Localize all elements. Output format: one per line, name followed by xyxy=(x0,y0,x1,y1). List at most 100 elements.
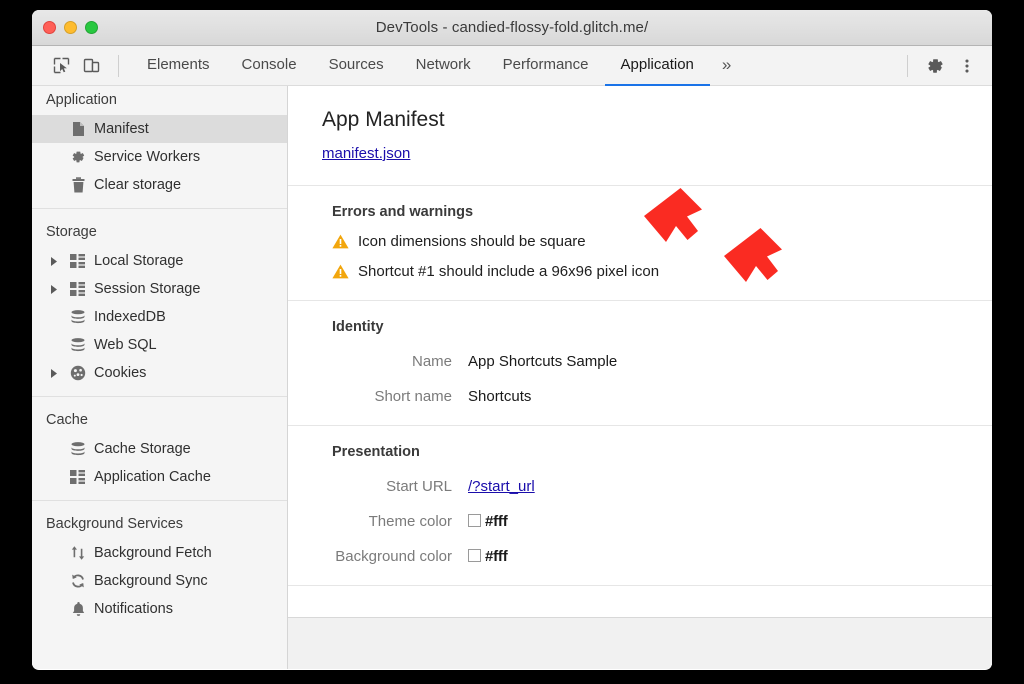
sidebar-item-service-workers[interactable]: Service Workers xyxy=(32,143,287,171)
sidebar-item-indexeddb[interactable]: IndexedDB xyxy=(32,303,287,331)
sidebar-item-label: Manifest xyxy=(90,121,149,137)
database-icon xyxy=(66,338,90,353)
sidebar-item-label: Notifications xyxy=(90,601,173,617)
sidebar-item-label: Web SQL xyxy=(90,337,157,353)
sidebar-item-cookies[interactable]: Cookies xyxy=(32,359,287,387)
tab-application[interactable]: Application xyxy=(605,46,710,86)
section-title-errors: Errors and warnings xyxy=(288,204,992,220)
sidebar-item-label: Local Storage xyxy=(90,253,183,269)
gear-icon[interactable] xyxy=(920,51,950,81)
app-manifest-content: App Manifest manifest.json Errors and wa… xyxy=(288,86,992,586)
warning-text: Icon dimensions should be square xyxy=(358,233,586,250)
sidebar-item-label: Cookies xyxy=(90,365,146,381)
section-title-identity: Identity xyxy=(288,319,992,335)
kebab-menu-icon[interactable] xyxy=(952,51,982,81)
gear-icon xyxy=(66,149,90,165)
tab-network[interactable]: Network xyxy=(400,46,487,86)
warning-row: Shortcut #1 should include a 96x96 pixel… xyxy=(288,263,992,280)
chevron-right-icon[interactable] xyxy=(50,257,66,266)
bell-icon xyxy=(66,601,90,617)
device-toolbar-icon[interactable] xyxy=(76,51,106,81)
field-value: App Shortcuts Sample xyxy=(468,353,617,370)
sidebar-item-cache-storage[interactable]: Cache Storage xyxy=(32,435,287,463)
tab-elements[interactable]: Elements xyxy=(131,46,226,86)
trash-icon xyxy=(66,177,90,193)
sidebar-item-background-fetch[interactable]: Background Fetch xyxy=(32,539,287,567)
sidebar-item-background-sync[interactable]: Background Sync xyxy=(32,567,287,595)
presentation-section: Presentation Start URL /?start_url Theme… xyxy=(288,426,992,586)
table-icon xyxy=(66,470,90,484)
sidebar-group-background-services: Background Services Background Fetch xyxy=(32,500,287,632)
sidebar-item-manifest[interactable]: Manifest xyxy=(32,115,287,143)
window-title-bar: DevTools - candied-flossy-fold.glitch.me… xyxy=(32,10,992,46)
toolbar-right-divider xyxy=(907,55,908,77)
sidebar-item-label: Background Fetch xyxy=(90,545,212,561)
field-row-name: Name App Shortcuts Sample xyxy=(288,353,992,370)
minimize-window-button[interactable] xyxy=(64,21,77,34)
devtools-tab-list: Elements Console Sources Network Perform… xyxy=(131,46,897,86)
warning-row: Icon dimensions should be square xyxy=(288,233,992,250)
sidebar-item-local-storage[interactable]: Local Storage xyxy=(32,247,287,275)
start-url-link[interactable]: /?start_url xyxy=(468,478,535,495)
sidebar-item-label: Service Workers xyxy=(90,149,200,165)
sidebar-group-cache: Cache Cache Storage xyxy=(32,396,287,500)
inspect-element-icon[interactable] xyxy=(46,51,76,81)
field-label: Theme color xyxy=(288,513,468,530)
tab-console[interactable]: Console xyxy=(226,46,313,86)
field-row-start-url: Start URL /?start_url xyxy=(288,478,992,495)
warning-triangle-icon xyxy=(332,234,350,249)
maximize-window-button[interactable] xyxy=(85,21,98,34)
devtools-content: Application Manifest xyxy=(32,86,992,669)
table-icon xyxy=(66,254,90,268)
field-label: Short name xyxy=(288,388,468,405)
errors-and-warnings-section: Errors and warnings Icon dimensions shou… xyxy=(288,186,992,301)
chevron-right-icon[interactable] xyxy=(50,285,66,294)
field-label: Start URL xyxy=(288,478,468,495)
section-title-presentation: Presentation xyxy=(288,444,992,460)
field-value: #fff xyxy=(468,513,508,530)
toolbar-divider xyxy=(118,55,119,77)
sidebar-item-notifications[interactable]: Notifications xyxy=(32,595,287,623)
color-hex-value: #fff xyxy=(485,513,508,530)
color-swatch[interactable] xyxy=(468,514,481,527)
devtools-window: DevTools - candied-flossy-fold.glitch.me… xyxy=(32,10,992,670)
sidebar-item-clear-storage[interactable]: Clear storage xyxy=(32,171,287,199)
field-label: Name xyxy=(288,353,468,370)
sidebar-item-web-sql[interactable]: Web SQL xyxy=(32,331,287,359)
manifest-json-link[interactable]: manifest.json xyxy=(322,145,410,162)
tab-performance[interactable]: Performance xyxy=(487,46,605,86)
warning-text: Shortcut #1 should include a 96x96 pixel… xyxy=(358,263,659,280)
document-icon xyxy=(66,121,90,137)
sidebar-item-label: Application Cache xyxy=(90,469,211,485)
sidebar-item-application-cache[interactable]: Application Cache xyxy=(32,463,287,491)
sidebar-item-label: Background Sync xyxy=(90,573,208,589)
identity-section: Identity Name App Shortcuts Sample Short… xyxy=(288,301,992,426)
chevron-right-icon[interactable] xyxy=(50,369,66,378)
sidebar-group-title-background-services: Background Services xyxy=(32,510,287,539)
database-icon xyxy=(66,310,90,325)
field-value: Shortcuts xyxy=(468,388,531,405)
sidebar-group-title-cache: Cache xyxy=(32,406,287,435)
application-sidebar: Application Manifest xyxy=(32,86,288,669)
field-row-short-name: Short name Shortcuts xyxy=(288,388,992,405)
tab-sources[interactable]: Sources xyxy=(313,46,400,86)
field-value: #fff xyxy=(468,548,508,565)
devtools-toolbar: Elements Console Sources Network Perform… xyxy=(32,46,992,86)
more-tabs-button[interactable]: » xyxy=(710,46,743,86)
window-traffic-lights xyxy=(43,21,98,34)
database-icon xyxy=(66,442,90,457)
sidebar-item-session-storage[interactable]: Session Storage xyxy=(32,275,287,303)
sidebar-group-title-application: Application xyxy=(32,86,287,115)
close-window-button[interactable] xyxy=(43,21,56,34)
sidebar-group-title-storage: Storage xyxy=(32,218,287,247)
sidebar-item-label: Session Storage xyxy=(90,281,200,297)
toolbar-right-controls xyxy=(897,51,982,81)
color-swatch[interactable] xyxy=(468,549,481,562)
app-manifest-panel: App Manifest manifest.json Errors and wa… xyxy=(288,86,992,669)
sidebar-item-label: Clear storage xyxy=(90,177,181,193)
window-title: DevTools - candied-flossy-fold.glitch.me… xyxy=(376,19,649,36)
sidebar-group-storage: Storage xyxy=(32,208,287,396)
warning-triangle-icon xyxy=(332,264,350,279)
sync-icon xyxy=(66,573,90,589)
field-label: Background color xyxy=(288,548,468,565)
